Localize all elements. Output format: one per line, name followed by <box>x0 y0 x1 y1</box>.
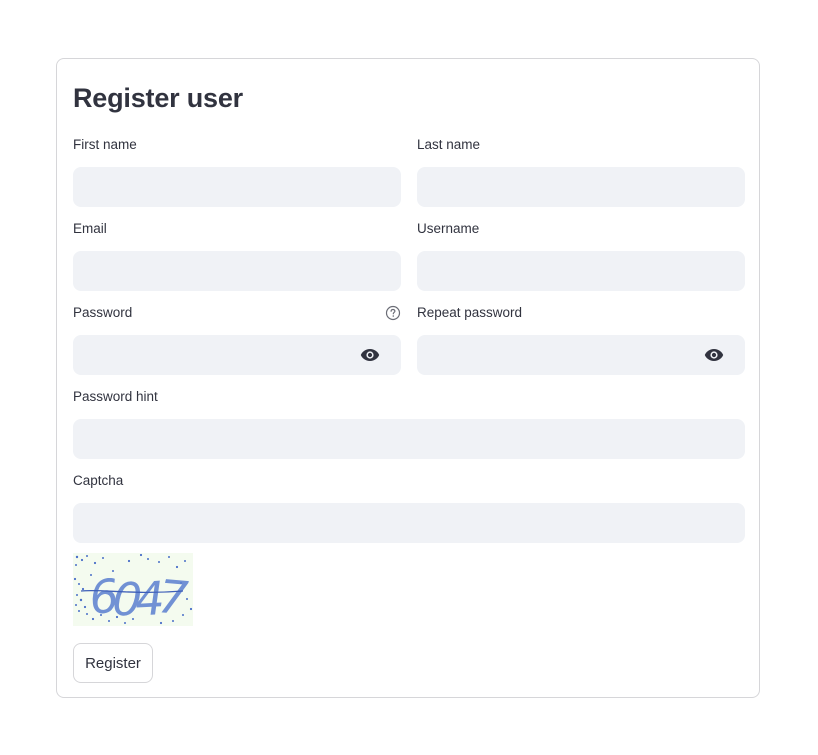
repeat-password-input-wrap <box>417 335 745 375</box>
username-input-wrap <box>417 251 745 291</box>
register-button[interactable]: Register <box>73 643 153 683</box>
form-title: Register user <box>73 83 243 113</box>
first-name-label: First name <box>73 137 137 152</box>
email-label: Email <box>73 221 107 236</box>
question-circle-icon[interactable] <box>385 305 401 321</box>
captcha-input[interactable] <box>73 503 745 543</box>
email-field: Email <box>73 219 401 291</box>
last-name-input[interactable] <box>417 167 745 207</box>
password-hint-input[interactable] <box>73 419 745 459</box>
captcha-field: Captcha <box>73 471 745 543</box>
eye-icon[interactable] <box>703 345 725 365</box>
password-hint-input-wrap <box>73 419 745 459</box>
last-name-field: Last name <box>417 135 745 207</box>
email-input-wrap <box>73 251 401 291</box>
password-hint-field: Password hint <box>73 387 745 459</box>
last-name-label: Last name <box>417 137 481 152</box>
username-input[interactable] <box>417 251 745 291</box>
password-hint-label: Password hint <box>73 389 158 404</box>
username-field: Username <box>417 219 745 291</box>
email-input[interactable] <box>73 251 401 291</box>
password-input[interactable] <box>73 335 401 375</box>
username-label: Username <box>417 221 480 236</box>
captcha-label: Captcha <box>73 473 124 488</box>
last-name-input-wrap <box>417 167 745 207</box>
password-label: Password <box>73 305 133 320</box>
captcha-input-wrap <box>73 503 745 543</box>
register-form: Register user First name Last name Email… <box>56 58 760 698</box>
svg-text:7: 7 <box>156 569 190 625</box>
first-name-input[interactable] <box>73 167 401 207</box>
password-input-wrap <box>73 335 401 375</box>
repeat-password-label: Repeat password <box>417 305 523 320</box>
first-name-field: First name <box>73 135 401 207</box>
password-field: Password <box>73 303 401 375</box>
first-name-input-wrap <box>73 167 401 207</box>
repeat-password-input[interactable] <box>417 335 745 375</box>
eye-icon[interactable] <box>359 345 381 365</box>
captcha-image: 6 0 4 7 <box>73 553 193 627</box>
repeat-password-field: Repeat password <box>417 303 745 375</box>
